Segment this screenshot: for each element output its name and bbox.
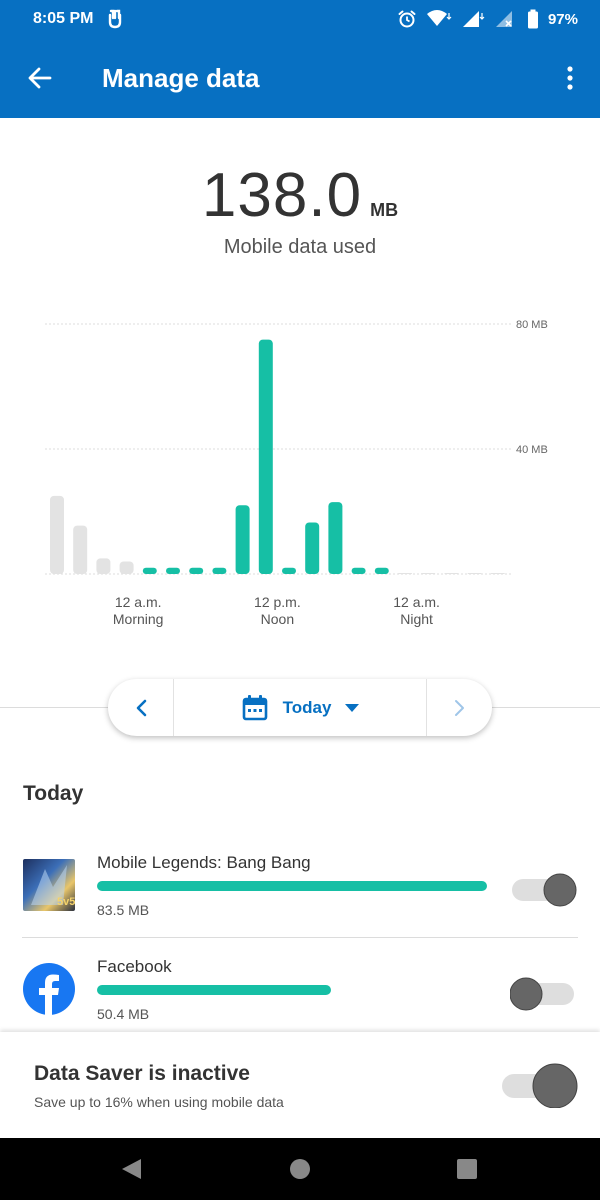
chart-bar [374, 567, 389, 574]
app-data-size: 50.4 MB [97, 1006, 150, 1022]
app-row-facebook[interactable]: Facebook 50.4 MB [0, 937, 600, 1041]
chart-bar [212, 567, 227, 574]
battery-icon [527, 9, 539, 29]
next-period-button[interactable] [426, 679, 492, 736]
app-data-toggle[interactable] [512, 872, 577, 907]
chart-x-tick-label: 12 p.m. [254, 594, 301, 610]
app-usage-bar [97, 881, 487, 891]
nav-home-button[interactable] [287, 1157, 313, 1181]
more-vert-icon [567, 66, 573, 90]
chart-x-tick-label: 12 a.m. [393, 594, 440, 610]
usage-summary: 138.0 MB [0, 160, 600, 231]
app-name: Facebook [97, 957, 172, 976]
chart-bar [444, 573, 459, 574]
signal-icon [461, 9, 485, 29]
usage-label: Mobile data used [223, 236, 377, 258]
date-range-dropdown[interactable]: Today [174, 679, 426, 736]
calendar-icon [242, 694, 267, 720]
chart-bar [73, 525, 88, 574]
chart-bar [305, 522, 320, 574]
chart-bar [119, 561, 134, 574]
app-row-mobile-legends[interactable]: 5v5 Mobile Legends: Bang Bang 83.5 MB [0, 833, 600, 937]
toggle-on-icon [502, 1063, 578, 1109]
navigation-bar [0, 1138, 600, 1200]
usage-amount: 138.0 [201, 161, 363, 230]
chart-bar [235, 505, 250, 574]
data-saver-title: Data Saver is inactive [34, 1062, 250, 1085]
chart-bar [258, 339, 273, 574]
triangle-back-icon [122, 1159, 141, 1179]
chart-bar [166, 567, 180, 574]
chart-bar [467, 573, 482, 574]
app-usage-bar [97, 985, 331, 995]
app-bar: Manage data [0, 38, 600, 118]
usage-chart: 80 MB 40 MB 12 a.m. Morning 12 p.m. Noon 12 a.… [0, 300, 600, 640]
mobile-legends-app-icon: 5v5 [23, 859, 75, 911]
data-saver-panel: Data Saver is inactive Save up to 16% wh… [0, 1032, 600, 1138]
circle-home-icon [290, 1159, 310, 1179]
data-saver-subtitle: Save up to 16% when using mobile data [34, 1094, 284, 1110]
app-data-size: 83.5 MB [97, 902, 150, 918]
usage-bar-chart: 80 MB40 MB12 a.m.Morning12 p.m.Noon12 a.… [45, 319, 548, 627]
nav-recents-button[interactable] [454, 1157, 480, 1181]
chart-x-tick-sublabel: Morning [113, 611, 164, 627]
date-range-label: Today [282, 697, 332, 717]
square-recents-icon [457, 1159, 477, 1179]
chart-y-tick-label: 40 MB [516, 444, 548, 456]
chart-bar [490, 573, 505, 574]
nav-back-button[interactable] [118, 1157, 144, 1181]
app-name: Mobile Legends: Bang Bang [97, 853, 311, 872]
section-title: Today [23, 782, 84, 805]
chart-x-tick-sublabel: Noon [261, 611, 294, 627]
page-title: Manage data [102, 63, 260, 93]
facebook-app-icon [23, 963, 75, 1015]
toggle-on-icon [512, 873, 577, 907]
usage-unit: MB [370, 200, 399, 220]
caret-down-icon [345, 703, 360, 712]
notification-app-icon [105, 9, 125, 29]
chart-bar [351, 567, 366, 574]
chart-y-tick-label: 80 MB [516, 319, 548, 331]
alarm-icon [397, 9, 417, 29]
chart-bar [421, 573, 436, 574]
toggle-off-icon [509, 977, 574, 1011]
chart-bar [50, 495, 64, 574]
arrow-left-icon [28, 67, 52, 89]
chevron-left-icon [136, 699, 146, 716]
chart-bar [189, 567, 204, 574]
chart-bar [282, 567, 296, 574]
chevron-right-icon [454, 699, 464, 716]
chart-bar [328, 502, 343, 574]
wifi-icon [426, 9, 452, 29]
chart-bar [398, 573, 412, 574]
chart-bar [142, 567, 157, 574]
data-saver-toggle[interactable] [502, 1062, 578, 1109]
signal-no-data-icon [494, 9, 518, 29]
svg-text:5v5: 5v5 [57, 896, 75, 908]
date-selector: Today [108, 679, 492, 736]
previous-period-button[interactable] [108, 679, 174, 736]
chart-bar [96, 558, 111, 574]
status-bar: 8:05 PM 97% [0, 0, 600, 38]
chart-x-tick-label: 12 a.m. [115, 594, 162, 610]
app-data-toggle[interactable] [509, 976, 574, 1011]
more-options-button[interactable] [558, 62, 582, 94]
chart-x-tick-sublabel: Night [400, 611, 433, 627]
battery-level: 97% [547, 10, 578, 28]
back-button[interactable] [24, 62, 56, 94]
status-time: 8:05 PM [33, 10, 94, 27]
